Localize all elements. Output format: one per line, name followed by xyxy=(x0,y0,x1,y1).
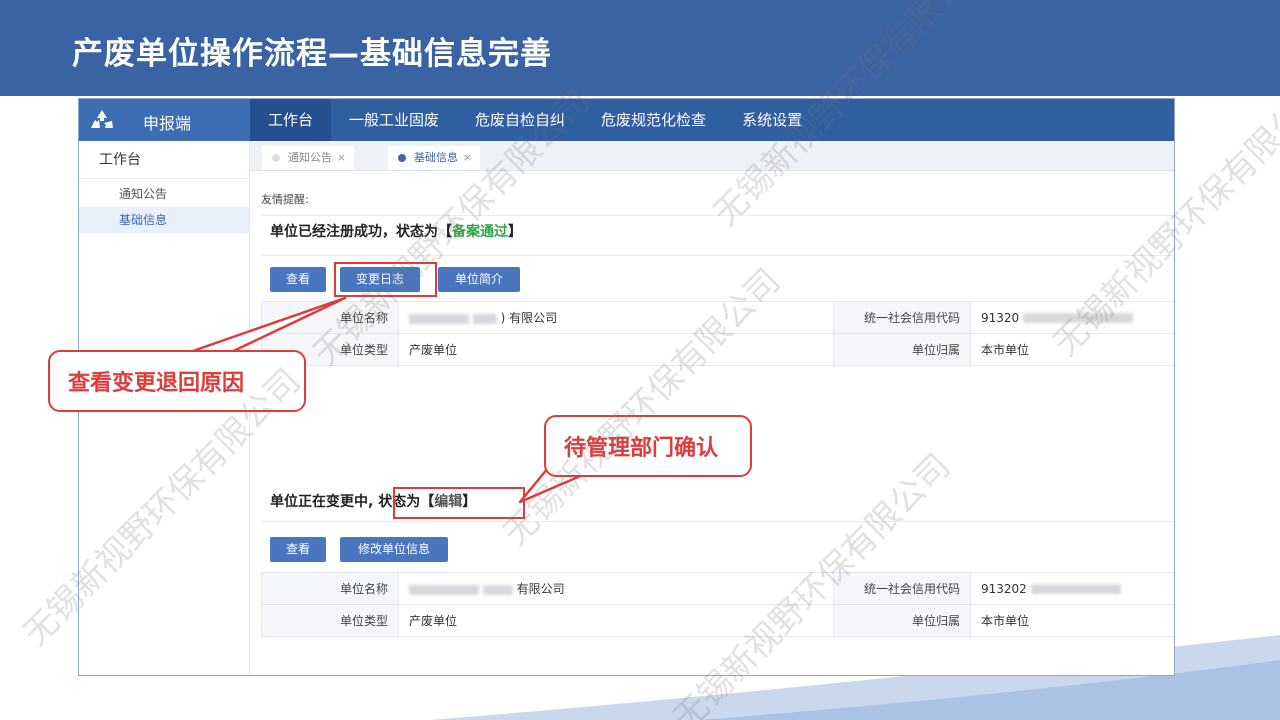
recycle-icon xyxy=(91,110,113,128)
unit-type-value: 产废单位 xyxy=(398,604,834,637)
credit-code-value: 913202 xyxy=(970,572,1174,605)
unit-name-label: 单位名称 xyxy=(261,572,399,605)
brand[interactable]: 申报端 xyxy=(79,99,250,141)
unit-type-value: 产废单位 xyxy=(398,333,834,366)
tab-notice[interactable]: 通知公告 × xyxy=(262,146,354,170)
sidebar-item-notice[interactable]: 通知公告 xyxy=(79,181,249,207)
callout-change-reason: 查看变更退回原因 xyxy=(48,350,306,412)
unit-belong-value: 本市单位 xyxy=(970,604,1174,637)
nav-item-general-waste[interactable]: 一般工业固废 xyxy=(331,99,457,141)
table-row: 单位名称 ) 有限公司 统一社会信用代码 91320 xyxy=(261,301,1174,334)
unit-name-value: 有限公司 xyxy=(398,572,834,605)
callout-pending: 待管理部门确认 xyxy=(544,415,752,477)
status-suffix: 】 xyxy=(508,224,522,240)
table-row: 单位名称 有限公司 统一社会信用代码 913202 xyxy=(261,572,1174,605)
top-nav: 申报端 工作台 一般工业固废 危废自检自纠 危废规范化检查 系统设置 xyxy=(79,99,1174,141)
unit-type-label: 单位类型 xyxy=(261,604,399,637)
divider xyxy=(261,255,1174,256)
sidebar-header[interactable]: 工作台 xyxy=(79,141,249,179)
unit-name-value: ) 有限公司 xyxy=(398,301,834,334)
edit-unit-info-button[interactable]: 修改单位信息 xyxy=(340,537,448,562)
view-button[interactable]: 查看 xyxy=(270,267,326,292)
unit-belong-value: 本市单位 xyxy=(970,333,1174,366)
view-button-2[interactable]: 查看 xyxy=(270,537,326,562)
redacted-blur xyxy=(472,313,497,324)
redacted-blur xyxy=(1030,584,1121,594)
highlight-change-log xyxy=(334,262,437,297)
unit-belong-label: 单位归属 xyxy=(833,604,971,637)
tab-dot-icon xyxy=(272,154,280,162)
tab-basic-info[interactable]: 基础信息 × xyxy=(388,146,480,170)
unit-info-table-1: 单位名称 ) 有限公司 统一社会信用代码 91320 单位类型 产废单位 单位归… xyxy=(261,301,1174,366)
redacted-blur xyxy=(1023,313,1134,323)
slide-title: 产废单位操作流程—基础信息完善 xyxy=(72,36,552,72)
status-registered: 单位已经注册成功，状态为【备案通过】 xyxy=(270,221,522,241)
credit-code-label: 统一社会信用代码 xyxy=(833,301,971,334)
redacted-blur xyxy=(409,584,479,595)
reminder-label: 友情提醒: xyxy=(261,193,309,206)
table-row: 单位类型 产废单位 单位归属 本市单位 xyxy=(261,333,1174,366)
unit-name-label: 单位名称 xyxy=(261,301,399,334)
highlight-edit-status xyxy=(393,487,525,519)
status-value-approved: 备案通过 xyxy=(452,224,508,240)
sidebar-item-basic-info[interactable]: 基础信息 xyxy=(79,207,249,233)
tab-dot-icon xyxy=(398,154,406,162)
unit-profile-button[interactable]: 单位简介 xyxy=(438,267,520,292)
tab-basic-info-label: 基础信息 xyxy=(414,151,458,164)
status-prefix: 单位正在变更中, xyxy=(270,494,374,510)
divider xyxy=(261,521,1174,522)
nav-items: 工作台 一般工业固废 危废自检自纠 危废规范化检查 系统设置 xyxy=(250,99,820,141)
credit-code-value: 91320 xyxy=(970,301,1174,334)
unit-belong-label: 单位归属 xyxy=(833,333,971,366)
nav-item-settings[interactable]: 系统设置 xyxy=(724,99,820,141)
nav-item-self-check[interactable]: 危废自检自纠 xyxy=(457,99,583,141)
credit-code-label: 统一社会信用代码 xyxy=(833,572,971,605)
close-icon[interactable]: × xyxy=(337,146,346,170)
divider xyxy=(261,215,1174,216)
redacted-blur xyxy=(409,313,469,324)
redacted-blur xyxy=(482,584,513,595)
status-prefix: 单位已经注册成功，状态为【 xyxy=(270,224,452,240)
tab-bar: 通知公告 × 基础信息 × xyxy=(250,141,1174,171)
table-row: 单位类型 产废单位 单位归属 本市单位 xyxy=(261,604,1174,637)
nav-item-workbench[interactable]: 工作台 xyxy=(250,99,332,141)
close-icon[interactable]: × xyxy=(463,146,472,170)
nav-item-standard-check[interactable]: 危废规范化检查 xyxy=(583,99,724,141)
unit-info-table-2: 单位名称 有限公司 统一社会信用代码 913202 单位类型 产废单位 单位归属… xyxy=(261,572,1174,637)
brand-label: 申报端 xyxy=(143,114,192,133)
tab-notice-label: 通知公告 xyxy=(288,151,332,164)
